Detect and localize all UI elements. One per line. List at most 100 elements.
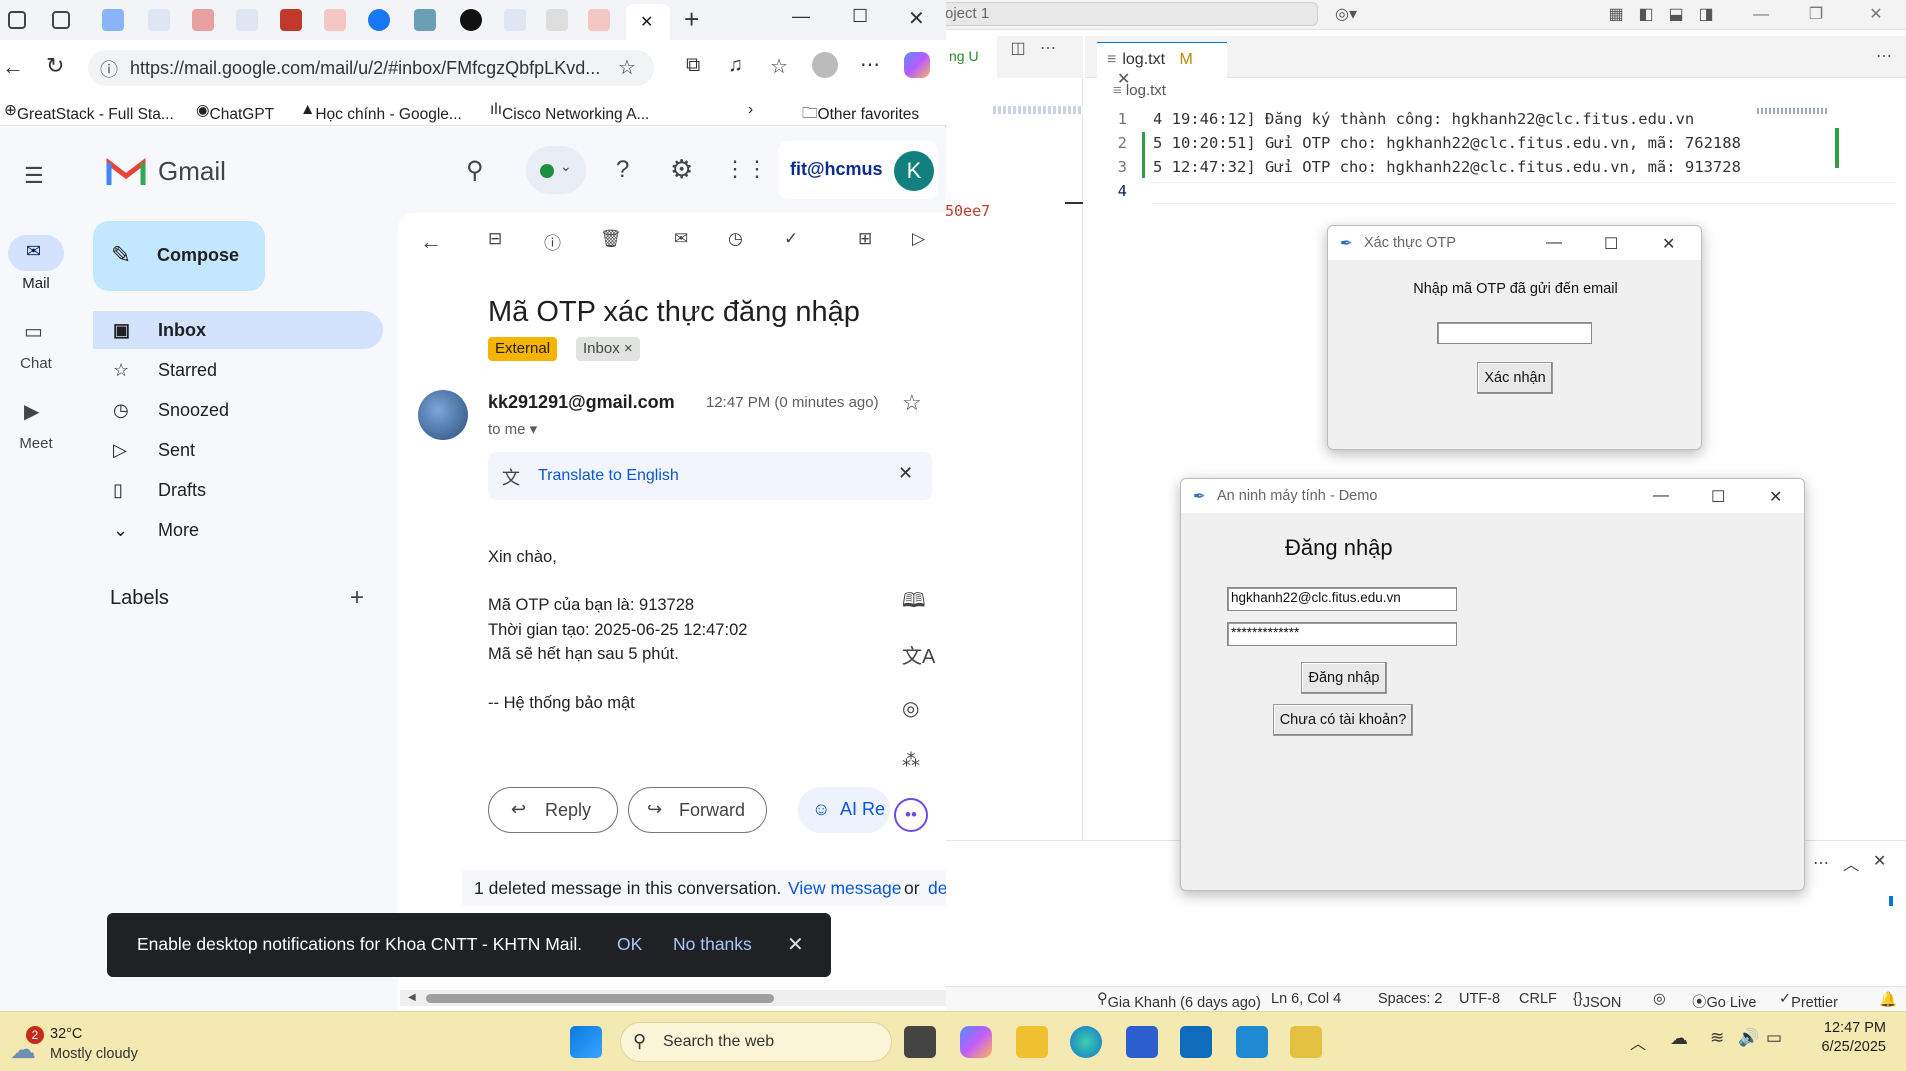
apps-icon[interactable]: ⁂: [902, 750, 920, 771]
tab-favicon-search-icon[interactable]: [236, 9, 258, 31]
snooze-icon[interactable]: ◷: [728, 229, 752, 253]
tab-favicon-shield-icon[interactable]: [280, 9, 302, 31]
cursor-position[interactable]: Ln 6, Col 4: [1271, 991, 1341, 1007]
view-message-link[interactable]: View message: [788, 878, 902, 899]
settings-gear-icon[interactable]: ⚙: [670, 154, 693, 185]
report-spam-icon[interactable]: ⓘ: [544, 229, 568, 253]
mark-unread-icon[interactable]: ✉: [674, 229, 698, 253]
wifi-icon[interactable]: ≋: [1710, 1028, 1724, 1048]
menu-icon[interactable]: ⋯: [860, 52, 880, 77]
git-blame[interactable]: ⚲ Gia Khanh (6 days ago): [1097, 991, 1261, 1011]
favorites-icon[interactable]: ☆: [770, 54, 788, 79]
back-arrow-icon[interactable]: ←: [420, 229, 444, 254]
help-icon[interactable]: ?: [616, 156, 629, 184]
close-icon[interactable]: ✕: [787, 932, 804, 957]
task-view-icon[interactable]: [904, 1026, 936, 1058]
tab-favicon-image-icon[interactable]: [414, 9, 436, 31]
python-app-icon[interactable]: [1290, 1026, 1322, 1058]
more-actions-icon[interactable]: ⋯: [1813, 853, 1829, 873]
apps-grid-icon[interactable]: ⋮⋮: [724, 156, 768, 182]
close-tab-icon[interactable]: ✕: [640, 12, 653, 32]
close-icon[interactable]: ✕: [898, 463, 913, 484]
star-icon[interactable]: ☆: [618, 55, 636, 80]
sidebar-item-snoozed[interactable]: ◷ Snoozed: [93, 391, 383, 429]
minimize-icon[interactable]: —: [1546, 234, 1562, 252]
workspaces-icon[interactable]: [8, 11, 26, 29]
gmail-logo[interactable]: [106, 155, 146, 187]
mail-rail-button[interactable]: ✉: [8, 235, 64, 271]
indentation[interactable]: Spaces: 2: [1378, 991, 1443, 1007]
podcast-icon[interactable]: ◎: [902, 696, 919, 721]
active-tab[interactable]: ✕: [626, 4, 670, 40]
profile-avatar[interactable]: [812, 52, 838, 78]
main-menu-icon[interactable]: ☰: [24, 163, 44, 189]
rail-label-chat[interactable]: Chat: [0, 355, 72, 372]
tab-favicon-gmail-icon[interactable]: [324, 9, 346, 31]
tab-favicon-fit-icon[interactable]: [102, 9, 124, 31]
battery-icon[interactable]: ▭: [1766, 1028, 1782, 1048]
scroll-thumb[interactable]: [426, 994, 774, 1003]
tab-favicon-gmail-icon[interactable]: [588, 9, 610, 31]
recipients-toggle[interactable]: to me ▾: [488, 420, 537, 438]
login-titlebar[interactable]: ✒ An ninh máy tính - Demo — ☐ ✕: [1181, 479, 1804, 513]
extensions-icon[interactable]: ⧉: [686, 54, 700, 77]
otp-titlebar[interactable]: ✒ Xác thực OTP — ☐ ✕: [1328, 226, 1701, 260]
reply-button[interactable]: ↩ Reply: [488, 787, 618, 833]
book-icon[interactable]: 🕮: [902, 586, 926, 620]
sender-avatar[interactable]: [418, 390, 468, 440]
vscode-icon[interactable]: [1236, 1026, 1268, 1058]
clock[interactable]: 12:47 PM 6/25/2025: [1810, 1020, 1886, 1055]
add-label-icon[interactable]: +: [350, 584, 364, 612]
scrollbar[interactable]: [1889, 896, 1893, 906]
bookmark-google-drive[interactable]: ▲ Học chính - Google...: [300, 101, 462, 123]
more-actions-icon[interactable]: ⋯: [1873, 46, 1895, 68]
split-editor-icon[interactable]: ◫: [1007, 38, 1029, 60]
assistant-icon[interactable]: ••: [894, 798, 928, 832]
archive-icon[interactable]: ⊟: [488, 229, 512, 253]
onedrive-icon[interactable]: ☁: [1670, 1028, 1688, 1049]
scroll-left-icon[interactable]: ◀: [408, 992, 416, 1003]
minimize-icon[interactable]: —: [1750, 4, 1772, 26]
video-icon[interactable]: ▶: [24, 399, 39, 424]
login-button[interactable]: Đăng nhập: [1301, 662, 1387, 694]
minimize-icon[interactable]: —: [792, 6, 810, 27]
more-bookmarks-icon[interactable]: ›: [748, 101, 753, 119]
bookmark-chatgpt[interactable]: ◉ ChatGPT: [196, 101, 274, 123]
toggle-panel-icon[interactable]: ⬓: [1665, 4, 1687, 26]
forward-button[interactable]: ↪ Forward: [628, 787, 767, 833]
bookmark-cisco[interactable]: ılı Cisco Networking A...: [490, 101, 649, 123]
close-icon[interactable]: ✕: [1865, 4, 1887, 26]
command-center-search[interactable]: roject 1: [935, 2, 1318, 26]
sash[interactable]: [1065, 202, 1083, 204]
maximize-icon[interactable]: ☐: [1604, 234, 1618, 254]
more-actions-icon[interactable]: ⋯: [1037, 38, 1059, 60]
minimize-icon[interactable]: —: [1653, 487, 1669, 505]
prettier[interactable]: ✓ Prettier: [1779, 991, 1838, 1011]
copilot-taskbar-icon[interactable]: [960, 1026, 992, 1058]
copilot-icon[interactable]: [904, 52, 930, 78]
sidebar-item-sent[interactable]: ▷ Sent: [93, 431, 383, 469]
sidebar-item-starred[interactable]: ☆ Starred: [93, 351, 383, 389]
maximize-icon[interactable]: ❐: [1805, 4, 1827, 26]
close-icon[interactable]: ✕: [1662, 234, 1675, 254]
bookmark-other-favorites[interactable]: 🗀 Other favorites: [802, 101, 919, 128]
taskbar-search[interactable]: ⚲ Search the web: [620, 1022, 892, 1062]
left-tab-label[interactable]: ng U: [949, 48, 979, 64]
tab-favicon-search-icon[interactable]: [148, 9, 170, 31]
inbox-label-chip[interactable]: Inbox ×: [576, 337, 640, 361]
email-field[interactable]: hgkhanh22@clc.fitus.edu.vn: [1227, 587, 1457, 611]
breadcrumb[interactable]: ≡ log.txt: [1113, 82, 1166, 99]
go-live[interactable]: ⦿ Go Live: [1692, 991, 1756, 1012]
outlook-icon[interactable]: [1180, 1026, 1212, 1058]
start-windows-icon[interactable]: [570, 1026, 602, 1058]
horizontal-scrollbar[interactable]: ◀: [400, 990, 946, 1006]
close-icon[interactable]: ✕: [1769, 487, 1782, 507]
end-of-line[interactable]: CRLF: [1519, 991, 1557, 1007]
site-info-icon[interactable]: ⓘ: [100, 56, 118, 82]
language-mode[interactable]: {} JSON: [1573, 991, 1621, 1011]
delete-link[interactable]: de: [928, 878, 946, 899]
edge-icon[interactable]: [1070, 1026, 1102, 1058]
tab-actions-icon[interactable]: [52, 11, 70, 29]
back-icon[interactable]: ←: [2, 54, 24, 80]
rail-label-meet[interactable]: Meet: [0, 435, 72, 452]
